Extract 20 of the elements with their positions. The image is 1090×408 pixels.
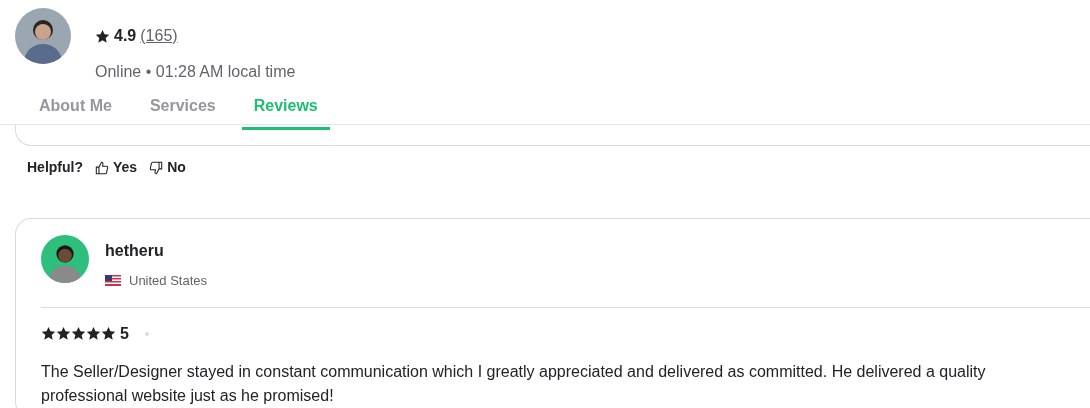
star-icon	[56, 326, 71, 341]
thumbs-up-icon	[95, 160, 109, 175]
rating-value: 5	[120, 323, 129, 344]
star-icon	[41, 326, 56, 341]
yes-button[interactable]: Yes	[95, 157, 138, 178]
helpful-label: Helpful?	[27, 158, 83, 177]
separator-dot	[144, 331, 149, 336]
review-text: The Seller/Designer stayed in constant communication which I greatly appreciated and delivered as committed. He delivered a quality professional website just as he promised!	[41, 361, 987, 406]
country: United States	[129, 272, 208, 290]
star-icon	[71, 326, 86, 341]
status-text: Online • 01:28 AM local time	[95, 62, 296, 82]
star-icon	[101, 326, 116, 341]
rating: 4.9	[114, 26, 137, 46]
username: hetheru	[105, 241, 165, 261]
no-button[interactable]: No	[149, 157, 186, 178]
star-icon	[95, 28, 110, 44]
thumbs-down-icon	[149, 160, 164, 175]
flag-icon	[105, 275, 121, 287]
star-icon	[86, 326, 101, 341]
review-count-link[interactable]: (165)	[140, 24, 178, 48]
